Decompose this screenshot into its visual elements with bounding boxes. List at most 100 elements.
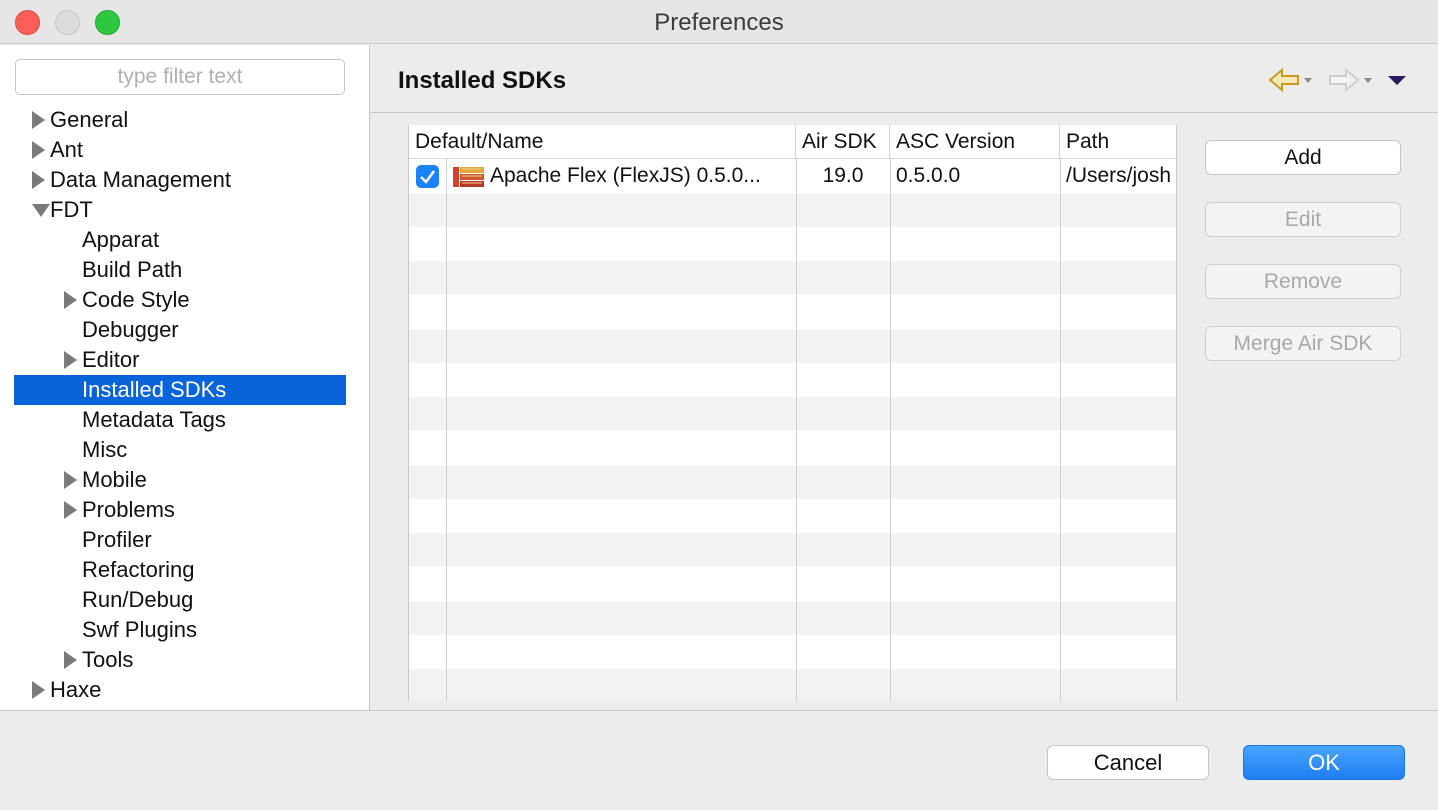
tree-item-run-debug[interactable]: Run/Debug <box>14 585 346 615</box>
tree-item-metadata-tags[interactable]: Metadata Tags <box>14 405 346 435</box>
filter-input[interactable] <box>15 59 345 95</box>
preferences-tree-panel: General Ant Data Management FDT Apparat Build… <box>0 45 370 710</box>
tree-item-label: Haxe <box>50 677 102 702</box>
tree-item-label: Debugger <box>82 317 179 342</box>
tree-item-label: Problems <box>82 497 175 522</box>
tree-item-build-path[interactable]: Build Path <box>14 255 346 285</box>
collapsed-triangle-icon[interactable] <box>64 501 77 519</box>
tree-item-general[interactable]: General <box>14 105 346 135</box>
empty-table-row <box>409 261 1176 295</box>
tree-item-mobile[interactable]: Mobile <box>14 465 346 495</box>
tree-item-label: Editor <box>82 347 140 372</box>
tree-item-editor[interactable]: Editor <box>14 345 346 375</box>
empty-table-row <box>409 601 1176 635</box>
collapsed-triangle-icon[interactable] <box>32 141 45 159</box>
column-air-sdk[interactable]: Air SDK <box>796 125 890 159</box>
expanded-triangle-icon[interactable] <box>32 204 50 217</box>
tree-item-ant[interactable]: Ant <box>14 135 346 165</box>
flex-sdk-icon <box>453 167 484 187</box>
column-divider <box>796 159 797 701</box>
view-menu-icon[interactable] <box>1386 67 1408 93</box>
table-header: Default/Name Air SDK ASC Version Path <box>409 125 1176 159</box>
tree-item-label: Ant <box>50 137 84 162</box>
tree-item-profiler[interactable]: Profiler <box>14 525 346 555</box>
tree-item-installed-sdks[interactable]: Installed SDKs <box>14 375 346 405</box>
checkmark-icon <box>420 170 436 184</box>
tree-item-haxe[interactable]: Haxe <box>14 675 346 705</box>
tree-item-refactoring[interactable]: Refactoring <box>14 555 346 585</box>
empty-table-row <box>409 499 1176 533</box>
tree-item-fdt[interactable]: FDT <box>14 195 346 225</box>
empty-table-row <box>409 635 1176 669</box>
tree-item-label: Swf Plugins <box>82 617 197 642</box>
merge-air-sdk-button[interactable]: Merge Air SDK <box>1205 326 1401 361</box>
column-asc-version[interactable]: ASC Version <box>890 125 1060 159</box>
forward-arrow-icon[interactable] <box>1328 67 1374 93</box>
tree-item-label: Profiler <box>82 527 152 552</box>
tree-item-data-management[interactable]: Data Management <box>14 165 346 195</box>
empty-table-row <box>409 397 1176 431</box>
tree-item-swf-plugins[interactable]: Swf Plugins <box>14 615 346 645</box>
empty-table-row <box>409 295 1176 329</box>
page-navigation <box>1268 67 1408 93</box>
title-bar: Preferences <box>0 0 1438 44</box>
column-divider <box>890 159 891 701</box>
cancel-button[interactable]: Cancel <box>1047 745 1209 780</box>
sdk-asc-version: 0.5.0.0 <box>896 164 961 187</box>
column-divider <box>446 159 447 701</box>
collapsed-triangle-icon[interactable] <box>32 681 45 699</box>
column-divider <box>1060 159 1061 701</box>
collapsed-triangle-icon[interactable] <box>32 111 45 129</box>
add-button[interactable]: Add <box>1205 140 1401 175</box>
page-header: Installed SDKs <box>371 45 1438 113</box>
tree-item-label: FDT <box>50 197 93 222</box>
tree-item-apparat[interactable]: Apparat <box>14 225 346 255</box>
sdk-table: Default/Name Air SDK ASC Version Path Ap… <box>408 125 1177 701</box>
collapsed-triangle-icon[interactable] <box>64 471 77 489</box>
tree-item-label: Data Management <box>50 167 231 192</box>
back-arrow-icon[interactable] <box>1268 67 1314 93</box>
empty-table-row <box>409 465 1176 499</box>
sdk-path: /Users/josh <box>1066 164 1172 187</box>
empty-table-row <box>409 329 1176 363</box>
column-default-name[interactable]: Default/Name <box>409 125 796 159</box>
collapsed-triangle-icon[interactable] <box>64 291 77 309</box>
sdk-air-version: 19.0 <box>822 164 864 187</box>
tree-item-label: Refactoring <box>82 557 195 582</box>
remove-button[interactable]: Remove <box>1205 264 1401 299</box>
page-title: Installed SDKs <box>398 67 567 94</box>
tree-item-label: Metadata Tags <box>82 407 226 432</box>
tree-item-label: Apparat <box>82 227 160 252</box>
empty-table-row <box>409 533 1176 567</box>
collapsed-triangle-icon[interactable] <box>32 171 45 189</box>
default-sdk-checkbox[interactable] <box>416 165 439 188</box>
collapsed-triangle-icon[interactable] <box>64 651 77 669</box>
window-title: Preferences <box>654 9 784 36</box>
tree-item-label: Tools <box>82 647 134 672</box>
tree-item-misc[interactable]: Misc <box>14 435 346 465</box>
preferences-tree: General Ant Data Management FDT Apparat Build… <box>14 105 346 705</box>
empty-table-row <box>409 227 1176 261</box>
edit-button[interactable]: Edit <box>1205 202 1401 237</box>
table-row[interactable]: Apache Flex (FlexJS) 0.5.0... 19.0 0.5.0… <box>409 159 1176 193</box>
tree-item-label: Installed SDKs <box>82 377 227 402</box>
empty-table-row <box>409 431 1176 465</box>
empty-table-row <box>409 193 1176 227</box>
tree-item-code-style[interactable]: Code Style <box>14 285 346 315</box>
column-path[interactable]: Path <box>1060 125 1176 159</box>
ok-button[interactable]: OK <box>1243 745 1405 780</box>
preference-page: Installed SDKs Default/Name Air SDK ASC … <box>371 45 1438 710</box>
collapsed-triangle-icon[interactable] <box>64 351 77 369</box>
tree-item-label: General <box>50 107 129 132</box>
tree-item-label: Code Style <box>82 287 190 312</box>
empty-table-row <box>409 567 1176 601</box>
tree-item-label: Run/Debug <box>82 587 194 612</box>
tree-item-debugger[interactable]: Debugger <box>14 315 346 345</box>
empty-table-row <box>409 669 1176 701</box>
tree-item-problems[interactable]: Problems <box>14 495 346 525</box>
empty-table-row <box>409 363 1176 397</box>
sdk-name: Apache Flex (FlexJS) 0.5.0... <box>490 164 761 187</box>
tree-item-label: Mobile <box>82 467 147 492</box>
tree-item-label: Misc <box>82 437 128 462</box>
tree-item-tools[interactable]: Tools <box>14 645 346 675</box>
